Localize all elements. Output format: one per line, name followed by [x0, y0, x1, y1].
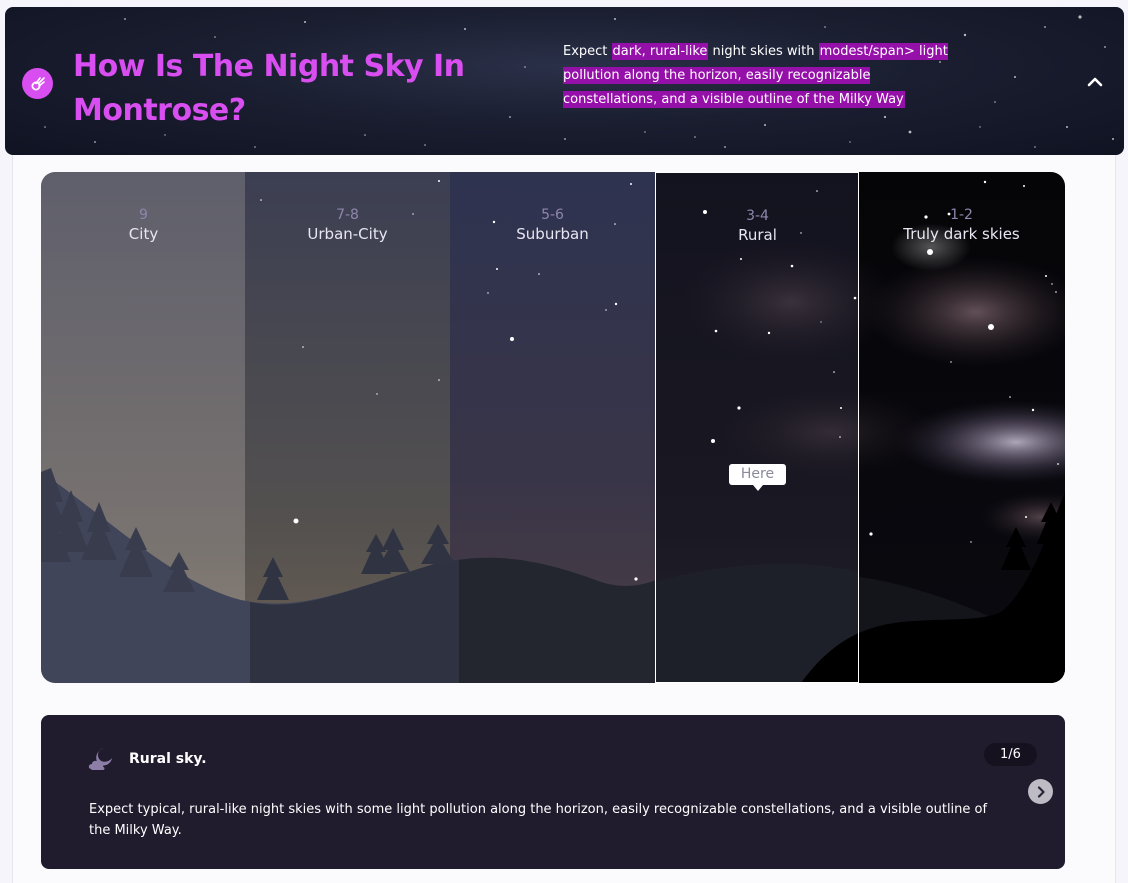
zone-urban-city-name: Urban-City — [307, 225, 388, 243]
zone-urban-city-number: 7-8 — [336, 207, 359, 223]
card-description: Expect typical, rural-like night skies w… — [89, 802, 988, 838]
chevron-up-icon — [1087, 77, 1103, 87]
page-counter: 1/6 — [984, 743, 1037, 766]
sky-info-card: Rural sky. 1/6 Expect typical, rural-lik… — [41, 715, 1065, 869]
zone-truly-dark[interactable]: 1-2 Truly dark skies — [859, 206, 1064, 244]
zone-suburban[interactable]: 5-6 Suburban — [450, 206, 655, 244]
summary-prefix: Expect — [563, 44, 612, 59]
zone-city-name: City — [128, 225, 159, 243]
comet-icon — [22, 68, 53, 99]
card-title: Rural sky. — [129, 751, 207, 767]
zone-suburban-name: Suburban — [516, 225, 589, 243]
location-marker: Here — [729, 464, 786, 491]
summary-middle: night skies with — [708, 44, 819, 59]
next-button[interactable] — [1028, 779, 1053, 804]
summary-highlight-darkness: dark, rural-like — [611, 43, 709, 60]
zone-urban-city[interactable]: 7-8 Urban-City — [245, 206, 450, 244]
collapse-button[interactable] — [1082, 71, 1108, 93]
zone-truly-dark-name: Truly dark skies — [903, 225, 1020, 243]
selected-zone-outline — [655, 172, 859, 683]
zone-city[interactable]: 9 City — [41, 206, 246, 244]
moon-cloud-icon — [88, 748, 112, 770]
sky-summary: Expect dark, rural-like night skies with… — [563, 40, 963, 112]
sky-header: How Is The Night Sky In Montrose? Expect… — [5, 7, 1124, 155]
zone-truly-dark-number: 1-2 — [950, 207, 973, 223]
bortle-scale-illustration: 9 City 7-8 Urban-City 5-6 Suburban 3-4 R… — [41, 172, 1065, 683]
zone-city-number: 9 — [139, 207, 148, 223]
sky-landscape — [41, 172, 1065, 683]
zone-suburban-number: 5-6 — [541, 207, 564, 223]
page-title: How Is The Night Sky In Montrose? — [73, 49, 465, 128]
chevron-right-icon — [1037, 785, 1045, 798]
